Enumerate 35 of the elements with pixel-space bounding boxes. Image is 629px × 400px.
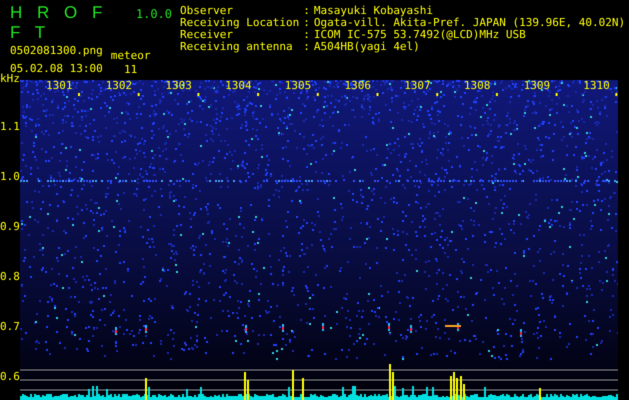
app-name: H R O F F T <box>10 3 108 43</box>
time-label: 1308 <box>464 80 490 92</box>
info-value: Masayuki Kobayashi <box>314 5 434 17</box>
info-colon: : <box>303 5 310 17</box>
axis-label: 0.6 <box>0 371 20 383</box>
time-label: 1305 <box>284 80 312 92</box>
axis-label: 1.1 <box>0 121 20 133</box>
time-label: 1306 <box>344 80 371 92</box>
info-colon: : <box>303 29 310 41</box>
time-label: 1307 <box>404 80 431 92</box>
info-value: A504HB(yagi 4el) <box>314 41 421 53</box>
info-value: ICOM IC-575 53.7492(@LCD)MHz USB <box>314 29 527 41</box>
axis-unit: kHz <box>0 73 20 85</box>
time-label: 1309 <box>524 80 550 92</box>
info-label: Receiving antenna <box>180 41 294 53</box>
info-colon: : <box>303 41 310 53</box>
axis-label: 1.0 <box>0 171 20 183</box>
axis-label: 0.9 <box>0 221 20 233</box>
time-label: 1303 <box>165 80 192 92</box>
info-label: Receiving Location <box>180 17 300 29</box>
time-label: 1302 <box>106 80 132 92</box>
time-label: 1304 <box>225 80 252 92</box>
app-version: 1.0.0 <box>136 7 172 21</box>
info-label: Observer <box>180 5 234 17</box>
axis-label: 0.7 <box>0 321 20 333</box>
axis-label: 0.8 <box>0 271 20 283</box>
date-time: 05.02.08 13:00 <box>10 63 103 75</box>
info-value: Ogata-vill. Akita-Pref. JAPAN (139.96E, 40.02N) <box>314 17 626 29</box>
meteor-label: meteor <box>110 50 150 62</box>
file-name: 0502081300.png <box>10 45 103 57</box>
info-label: Receiver <box>180 29 233 41</box>
info-colon: : <box>303 17 310 29</box>
meteor-count: 11 <box>124 64 138 76</box>
time-label: 1310 <box>583 80 610 92</box>
time-label: 1301 <box>46 80 72 92</box>
